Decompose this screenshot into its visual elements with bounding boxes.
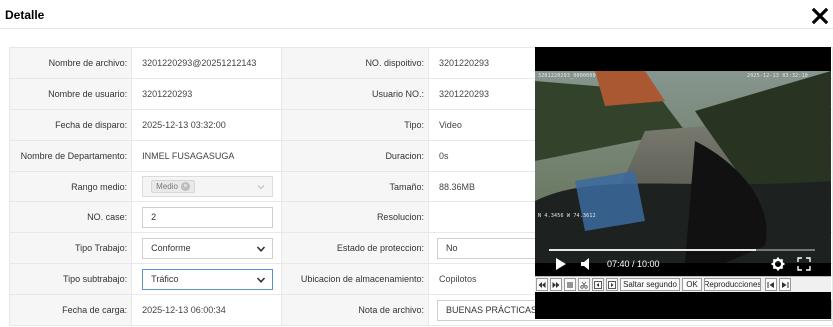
field-label: Usuario NO.: [281, 77, 429, 110]
close-icon[interactable] [812, 8, 828, 24]
first-frame-button[interactable] [765, 278, 777, 291]
remove-tag-icon: × [180, 182, 190, 191]
modal-title: Detalle [5, 8, 45, 22]
rewind-button[interactable] [536, 278, 548, 291]
field-label: Estado de proteccion: [281, 232, 429, 265]
playback-speed-button[interactable]: Reproducciones [704, 278, 761, 291]
range-tag: Medio × [151, 180, 195, 193]
volume-icon[interactable] [580, 257, 594, 271]
player-toolbar: Saltar segundo OK Reproducciones [535, 276, 831, 292]
fullscreen-icon[interactable] [797, 257, 811, 271]
video-frame [535, 71, 831, 263]
progress-fill [549, 249, 757, 251]
scissors-icon [580, 281, 588, 289]
field-label: Fecha de disparo: [8, 108, 133, 141]
chevron-down-icon [256, 277, 266, 283]
chevron-down-icon [257, 185, 265, 190]
field-label: Tamaño: [281, 170, 429, 203]
field-label: Nombre de archivo: [8, 47, 133, 79]
field-label: Fecha de carga: [8, 294, 133, 327]
ok-button[interactable]: OK [682, 278, 702, 291]
skip-end-icon [782, 281, 789, 288]
field-label: Duracion: [281, 139, 429, 172]
field-label: Ubicacion de almacenamiento: [281, 263, 429, 296]
field-label: Tipo Trabajo: [8, 232, 133, 265]
work-type-select[interactable]: Conforme [142, 237, 274, 259]
upload-date-value: 2025-12-13 06:00:34 [131, 294, 283, 327]
next-frame-button[interactable] [606, 278, 618, 291]
range-select: Medio × [142, 176, 274, 197]
next-frame-icon [608, 280, 616, 289]
case-no-input[interactable]: 2 [142, 206, 274, 228]
field-label: Nombre de Departamento: [8, 139, 133, 172]
prev-frame-button[interactable] [592, 278, 604, 291]
fast-forward-icon [552, 281, 560, 288]
user-name-value: 3201220293 [131, 77, 283, 110]
field-label: Tipo subtrabajo: [8, 263, 133, 296]
file-name-value: 3201220293@20251212143 [131, 47, 283, 79]
list-button[interactable] [564, 278, 576, 291]
field-label: NO. case: [8, 201, 133, 234]
osd-device-text: 3201220293_0000000 [538, 73, 596, 79]
last-frame-button[interactable] [779, 278, 791, 291]
list-icon [567, 282, 573, 287]
osd-gps-text: N 4.3456 W 74.3612 [538, 213, 596, 219]
time-display: 07:40 / 10:00 [607, 259, 660, 269]
progress-bar[interactable] [549, 249, 815, 251]
prev-frame-icon [594, 280, 602, 289]
skip-start-icon [767, 281, 774, 288]
osd-timestamp-text: 2025-12-13 03:32:10 [747, 73, 808, 79]
cut-button[interactable] [578, 278, 590, 291]
subwork-type-select[interactable]: Tráfico [142, 268, 274, 290]
chevron-down-icon [256, 246, 266, 252]
skip-seconds-input[interactable]: Saltar segundo [620, 278, 680, 291]
field-label: NO. dispoitivo: [281, 47, 429, 79]
gear-icon[interactable] [771, 257, 785, 271]
trigger-date-value: 2025-12-13 03:32:00 [131, 108, 283, 141]
field-label: Nombre de usuario: [8, 77, 133, 110]
fast-forward-button[interactable] [550, 278, 562, 291]
play-icon[interactable] [555, 257, 567, 271]
rewind-icon [538, 281, 546, 288]
field-label: Tipo: [281, 108, 429, 141]
department-value: INMEL FUSAGASUGA [131, 139, 283, 172]
field-label: Resolucion: [281, 201, 429, 234]
field-label: Nota de archivo: [281, 294, 429, 327]
modal-header: Detalle [0, 0, 833, 29]
field-label: Rango medio: [8, 170, 133, 203]
